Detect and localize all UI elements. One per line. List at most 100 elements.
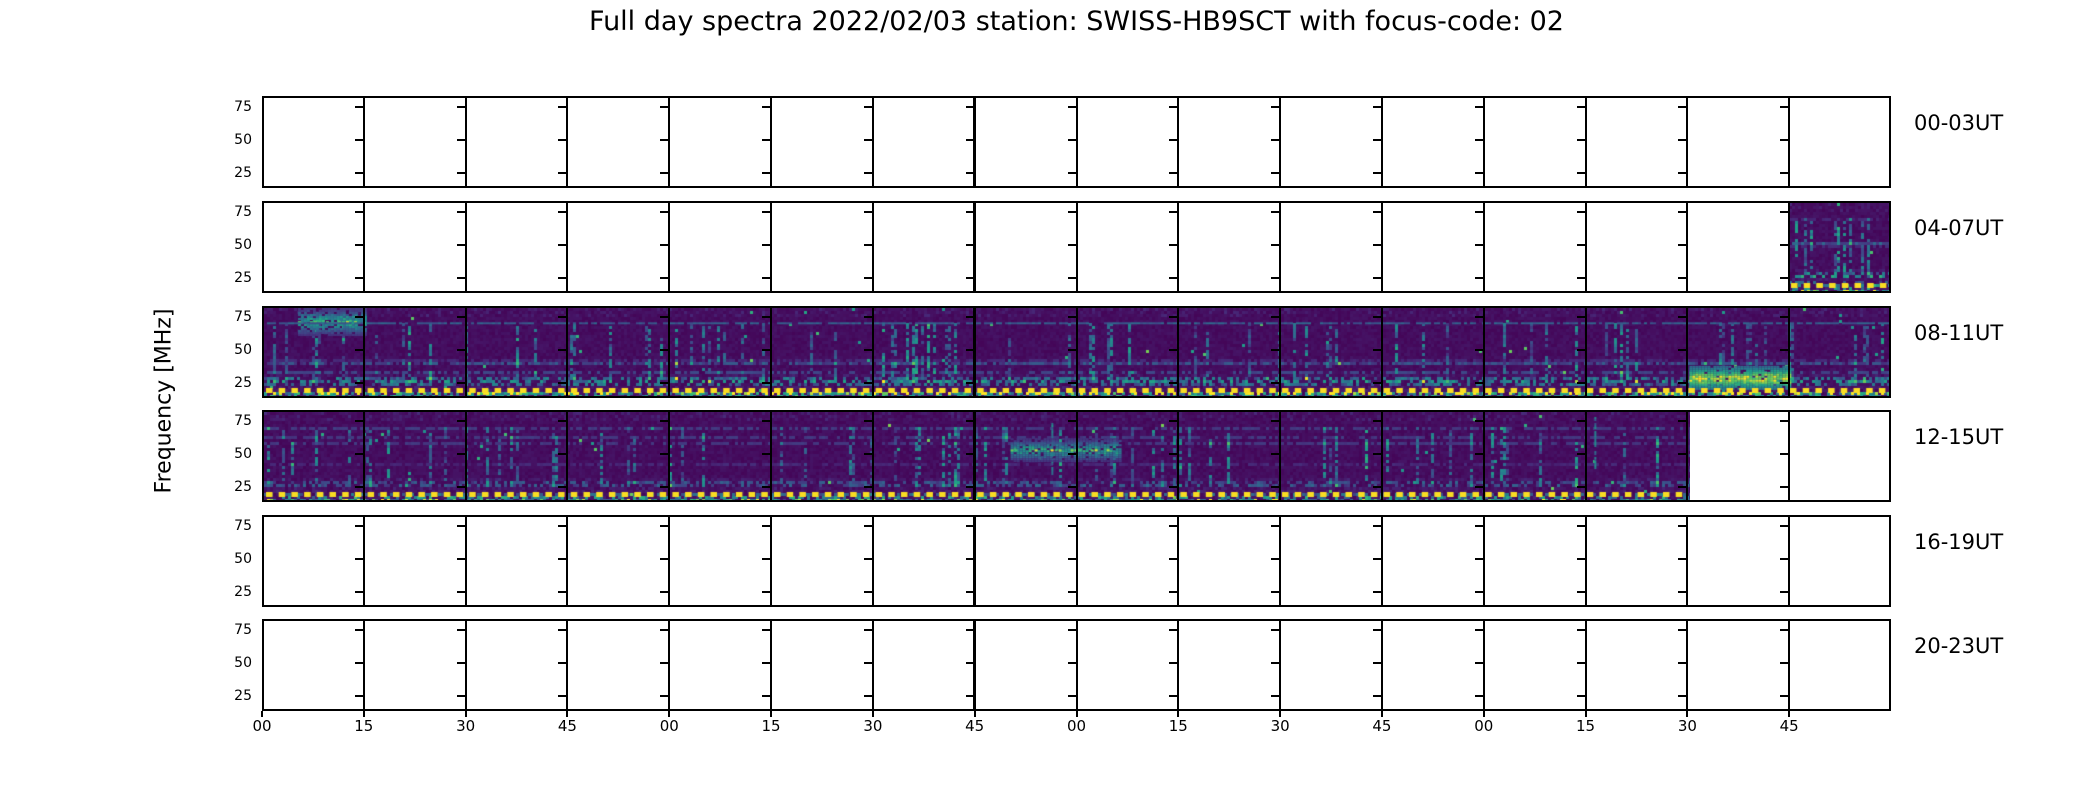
x-tick-label: 45 — [965, 717, 985, 735]
y-tick — [965, 453, 974, 455]
y-tick — [354, 172, 363, 174]
y-tick — [863, 486, 872, 488]
y-tick — [1576, 106, 1585, 108]
y-tick — [1780, 106, 1789, 108]
y-tick-label: 75 — [234, 518, 252, 534]
y-tick-label: 25 — [234, 688, 252, 704]
y-tick — [558, 629, 567, 631]
y-tick — [1067, 558, 1076, 560]
subplot-separator — [1788, 517, 1791, 605]
y-tick — [1678, 106, 1687, 108]
panel-interior — [264, 517, 1889, 605]
subplot-separator — [1380, 517, 1383, 605]
y-tick — [1678, 244, 1687, 246]
y-tick — [762, 695, 771, 697]
y-tick — [1169, 316, 1178, 318]
y-tick — [1372, 629, 1381, 631]
y-tick — [762, 211, 771, 213]
y-tick — [660, 106, 669, 108]
spectrogram-panel-04-07UT — [262, 201, 1891, 293]
panel-interior — [264, 308, 1889, 396]
y-tick — [1169, 277, 1178, 279]
subplot-separator — [668, 203, 671, 291]
y-tick — [863, 382, 872, 384]
y-tick — [1067, 525, 1076, 527]
y-tick-label: 25 — [234, 165, 252, 181]
y-tick — [863, 420, 872, 422]
y-tick — [863, 453, 872, 455]
chart-title: Full day spectra 2022/02/03 station: SWI… — [589, 6, 1564, 37]
y-tick — [1169, 695, 1178, 697]
y-tick — [1780, 139, 1789, 141]
y-tick — [1372, 139, 1381, 141]
y-tick-label: 50 — [234, 446, 252, 462]
y-tick — [1271, 695, 1280, 697]
y-tick — [354, 244, 363, 246]
y-tick — [1474, 629, 1483, 631]
subplot-separator — [668, 517, 671, 605]
y-tick — [1576, 629, 1585, 631]
y-tick — [456, 316, 465, 318]
subplot-separator — [464, 98, 467, 186]
y-tick — [1169, 453, 1178, 455]
y-tick — [558, 349, 567, 351]
y-tick — [558, 139, 567, 141]
y-tick — [1780, 420, 1789, 422]
y-tick — [1678, 453, 1687, 455]
y-tick — [863, 106, 872, 108]
y-tick — [1271, 420, 1280, 422]
y-tick — [354, 525, 363, 527]
y-tick — [354, 695, 363, 697]
subplot-separator — [1075, 203, 1078, 291]
subplot-separator — [362, 308, 365, 396]
y-tick — [965, 629, 974, 631]
y-tick — [354, 382, 363, 384]
y-tick — [1169, 662, 1178, 664]
subplot-separator — [871, 517, 874, 605]
subplot-separator — [566, 517, 569, 605]
y-tick — [1271, 382, 1280, 384]
y-tick — [354, 420, 363, 422]
y-tick — [1474, 558, 1483, 560]
y-tick — [1576, 662, 1585, 664]
y-tick — [1474, 316, 1483, 318]
subplot-separator — [1075, 412, 1078, 500]
panel-interior — [264, 621, 1889, 709]
y-tick — [762, 558, 771, 560]
y-tick — [1067, 316, 1076, 318]
y-tick — [965, 277, 974, 279]
x-tick-label: 15 — [1168, 717, 1188, 735]
y-tick — [1372, 172, 1381, 174]
y-tick — [1271, 558, 1280, 560]
y-tick — [1271, 629, 1280, 631]
row-label-00-03UT: 00-03UT — [1914, 111, 2004, 135]
subplot-separator — [1482, 517, 1485, 605]
y-tick — [1372, 420, 1381, 422]
y-tick — [762, 106, 771, 108]
full-day-spectra-figure: Full day spectra 2022/02/03 station: SWI… — [0, 0, 2100, 800]
subplot-separator — [1482, 412, 1485, 500]
y-tick — [1678, 349, 1687, 351]
y-tick — [1067, 420, 1076, 422]
y-tick — [456, 172, 465, 174]
subplot-separator — [1177, 517, 1180, 605]
subplot-separator — [1279, 412, 1282, 500]
y-tick — [1780, 244, 1789, 246]
y-tick — [1678, 486, 1687, 488]
y-tick — [1678, 211, 1687, 213]
spectrogram-panel-00-03UT — [262, 96, 1891, 188]
x-tick-label: 30 — [863, 717, 883, 735]
y-tick — [1576, 695, 1585, 697]
subplot-separator — [770, 98, 773, 186]
y-tick — [660, 662, 669, 664]
spectrogram-canvas-04-07UT — [1789, 203, 1889, 291]
y-tick — [1067, 382, 1076, 384]
y-tick-label: 75 — [234, 204, 252, 220]
x-tick-label: 00 — [1474, 717, 1494, 735]
y-tick — [1576, 558, 1585, 560]
y-tick — [456, 139, 465, 141]
y-tick — [558, 420, 567, 422]
subplot-separator — [464, 412, 467, 500]
subplot-separator — [1686, 517, 1689, 605]
y-tick — [1576, 382, 1585, 384]
